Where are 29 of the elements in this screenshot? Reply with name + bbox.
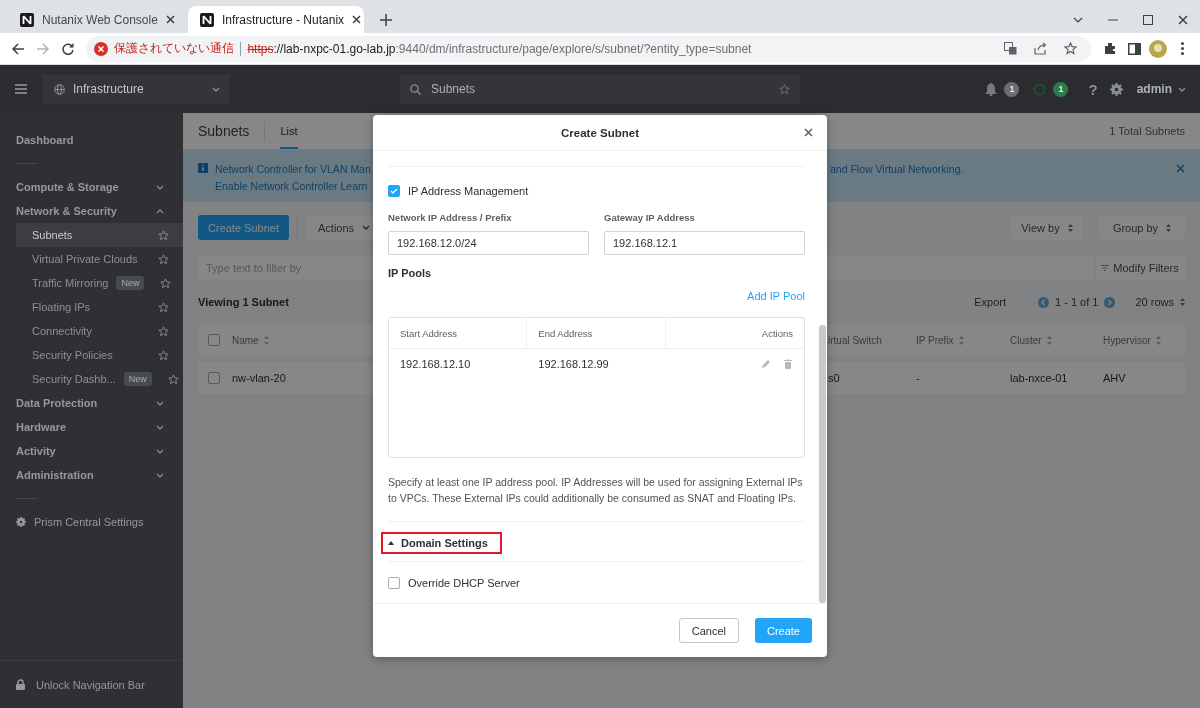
table-cell-text: s0 [828, 372, 841, 384]
page-range: 1 - 1 of 1 [1055, 296, 1099, 308]
count-badge: 1 [1053, 81, 1069, 97]
table-cell-text: AHV [1103, 372, 1127, 384]
total-count: 1 Total Subnets [1109, 124, 1185, 139]
table-cell-text: lab-nxce-01 [1010, 372, 1069, 384]
banner-text: Network Controller for VLAN Man [215, 163, 371, 175]
table-cell-text: 192.168.12.10 [399, 357, 472, 372]
column-header: Start Address [389, 318, 528, 348]
checkbox-label: Override DHCP Server [408, 577, 520, 589]
page-title: Subnets [198, 122, 250, 141]
table-cell-text: - [916, 372, 921, 384]
table-cell-text: 192.168.12.99 [537, 357, 610, 372]
new-badge: New [123, 372, 152, 386]
section-title: IP Pools [388, 267, 433, 281]
new-badge: New [116, 276, 145, 290]
field-label: Gateway IP Address [604, 212, 696, 224]
url-text: https://lab-nxpc-01.go-lab.jp:9440/dm/infrastructure/page/explore/s/subnet/?entity_type=subnet [247, 41, 752, 56]
column-header: End Address [527, 318, 666, 348]
column-header: Actions [760, 326, 794, 341]
banner-text: Enable Network Controller Learn [215, 180, 369, 192]
count-badge: 1 [1004, 81, 1020, 97]
dialog-title: Create Subnet [561, 126, 639, 139]
banner-text: and Flow Virtual Networking. [830, 162, 965, 175]
checkbox-label: IP Address Management [408, 185, 529, 197]
help-text: Specify at least one IP address pool. IP Addresses will be used for assigning External IPs to VPCs. These External IPs could additionally be consumed as SNAT and Floating IPs. [388, 475, 804, 506]
viewing-count: Viewing 1 Subnet [198, 296, 289, 308]
field-label: Network IP Address / Prefix [388, 212, 513, 224]
table-cell-text: nw-vlan-20 [232, 372, 287, 384]
